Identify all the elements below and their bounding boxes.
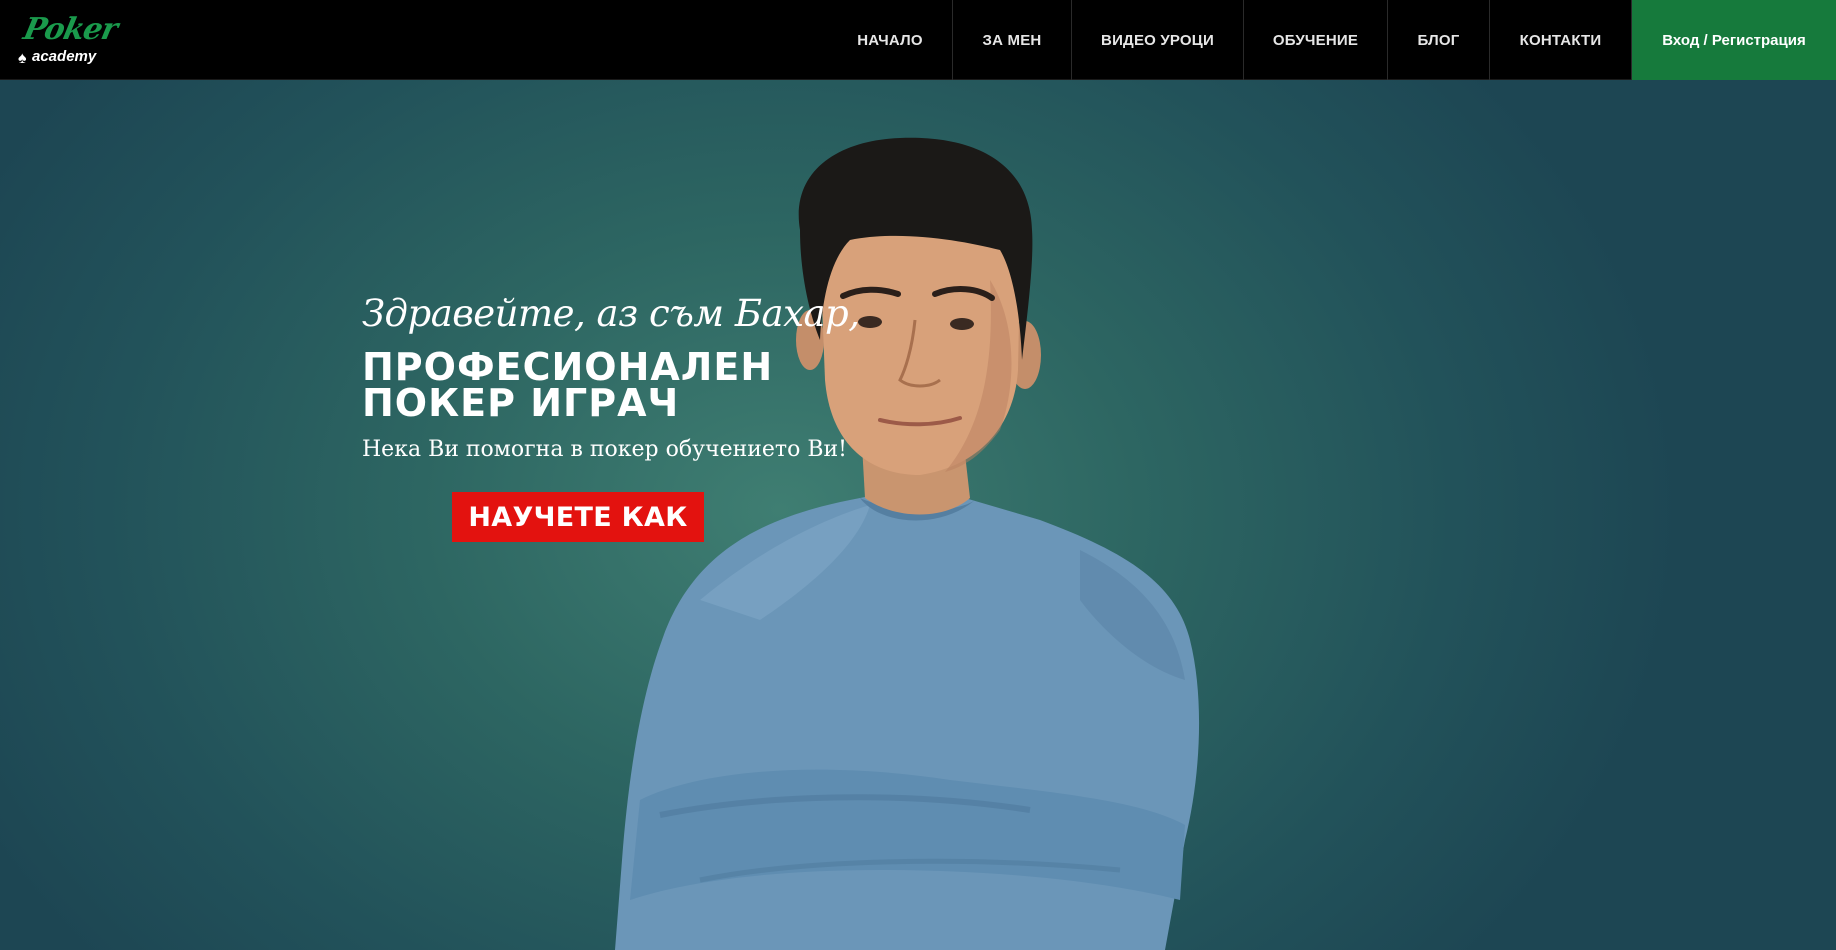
hero-subline: Нека Ви помогна в покер обучението Ви! — [362, 437, 848, 462]
logo-sub-text: academy — [32, 48, 97, 65]
login-register-button[interactable]: Вход / Регистрация — [1632, 0, 1836, 80]
hero-section: Здравейте, аз съм Бахар, ПРОФЕСИОНАЛЕН П… — [0, 80, 1836, 950]
nav-item-home[interactable]: НАЧАЛО — [828, 0, 953, 80]
main-menu: НАЧАЛО ЗА МЕН ВИДЕО УРОЦИ ОБУЧЕНИЕ БЛОГ … — [828, 0, 1836, 80]
nav-item-contacts[interactable]: КОНТАКТИ — [1490, 0, 1632, 80]
person-photo — [615, 137, 1200, 950]
hero-headline: ПРОФЕСИОНАЛЕН ПОКЕР ИГРАЧ — [362, 345, 774, 425]
nav-item-about[interactable]: ЗА МЕН — [953, 0, 1072, 80]
nav-item-blog[interactable]: БЛОГ — [1388, 0, 1490, 80]
logo-script-text: Poker — [20, 12, 121, 47]
spade-icon: ♠ — [18, 50, 27, 67]
headline-line-1: ПРОФЕСИОНАЛЕН — [362, 345, 774, 389]
headline-line-2: ПОКЕР ИГРАЧ — [362, 381, 680, 425]
poker-academy-logo[interactable]: Poker ♠ academy — [18, 12, 120, 68]
nav-item-training[interactable]: ОБУЧЕНИЕ — [1244, 0, 1388, 80]
learn-how-button[interactable]: НАУЧЕТЕ КАК — [452, 492, 704, 542]
nav-item-video-lessons[interactable]: ВИДЕО УРОЦИ — [1072, 0, 1244, 80]
top-navigation-bar: Poker ♠ academy НАЧАЛО ЗА МЕН ВИДЕО УРОЦ… — [0, 0, 1836, 80]
hero-greeting: Здравейте, аз съм Бахар, — [362, 292, 860, 335]
